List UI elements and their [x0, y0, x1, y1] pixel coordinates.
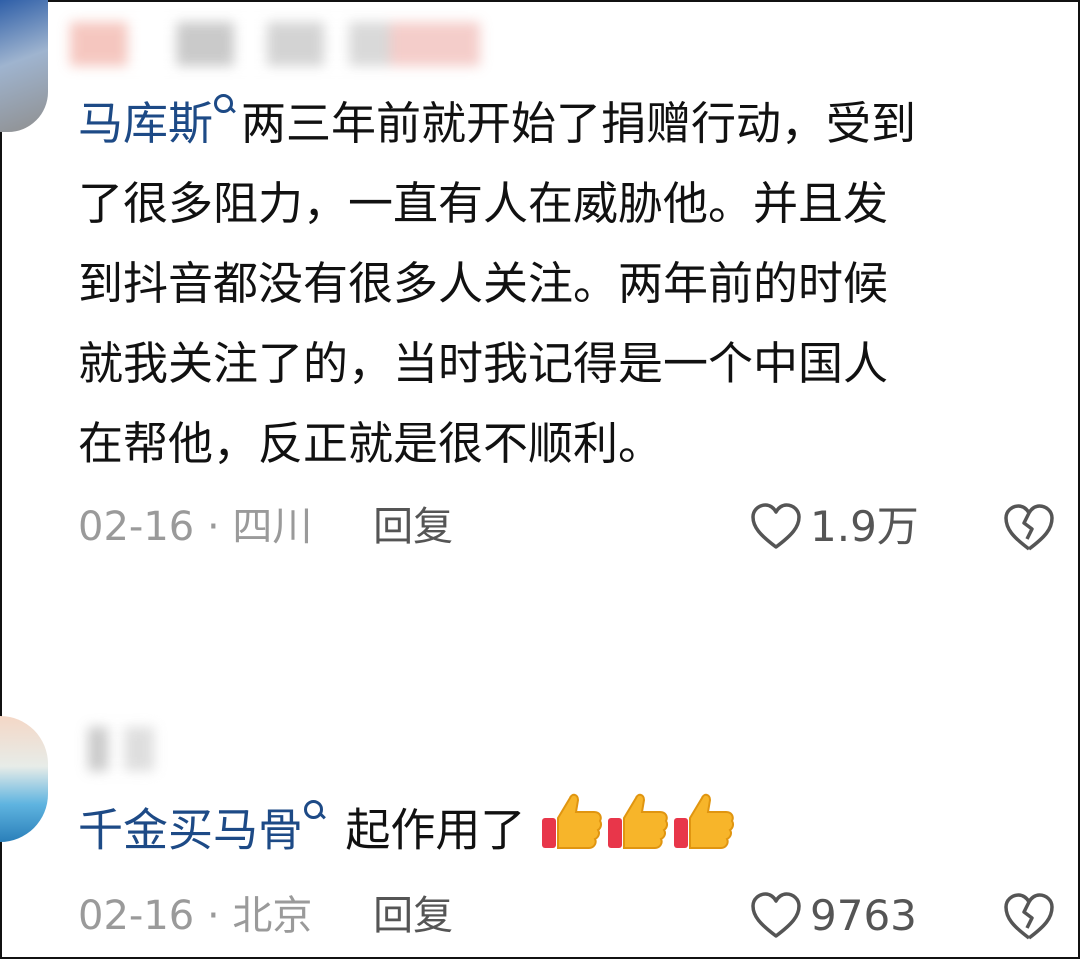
- reply-button[interactable]: 回复: [373, 504, 453, 550]
- dislike-icon[interactable]: [1002, 503, 1056, 553]
- comment-body: 马库斯 两三年前就开始了捐赠行动，受到 了很多阻力，一直有人在威胁他。并且发 到抖…: [78, 84, 1068, 484]
- comment-location: 四川: [232, 504, 313, 550]
- username[interactable]: 马库斯: [78, 97, 213, 150]
- like-count: 9763: [810, 891, 917, 940]
- avatar[interactable]: [0, 0, 48, 132]
- comment-text-line: 了很多阻力，一直有人在威胁他。并且发: [78, 177, 889, 230]
- comment-meta: 02-16 · 四川 回复: [78, 497, 453, 557]
- heart-icon: [751, 503, 801, 549]
- like-button[interactable]: 1.9万: [750, 497, 919, 557]
- comment-text-line: 就我关注了的，当时我记得是一个中国人: [78, 337, 889, 390]
- thumbs-up-icon: [607, 793, 668, 849]
- comment-location: 北京: [232, 893, 313, 939]
- meta-separator: ·: [206, 504, 220, 550]
- heart-icon: [751, 892, 801, 938]
- meta-separator: ·: [206, 893, 220, 939]
- comment-body: 千金买马骨 起作用了: [78, 790, 1068, 877]
- comment-date: 02-16: [78, 893, 195, 939]
- blurred-header: [88, 727, 154, 771]
- comment-date: 02-16: [78, 504, 195, 550]
- like-button[interactable]: 9763: [750, 886, 917, 946]
- emoji-group: [540, 790, 738, 877]
- comment-text-line: 在帮他，反正就是很不顺利。: [78, 417, 664, 470]
- comment-meta: 02-16 · 北京 回复: [78, 886, 453, 946]
- dislike-icon[interactable]: [1002, 892, 1056, 942]
- comment-text-line: 到抖音都没有很多人关注。两年前的时候: [78, 257, 889, 310]
- username[interactable]: 千金买马骨: [78, 804, 303, 857]
- like-count: 1.9万: [810, 502, 919, 551]
- comment-text-line: 两三年前就开始了捐赠行动，受到: [241, 97, 917, 150]
- comment-text: 起作用了: [345, 803, 526, 857]
- blurred-header: [70, 22, 480, 66]
- search-icon[interactable]: [213, 88, 235, 122]
- reply-button[interactable]: 回复: [373, 893, 453, 939]
- search-icon[interactable]: [303, 794, 325, 828]
- thumbs-up-icon: [673, 793, 734, 849]
- thumbs-up-icon: [541, 793, 602, 849]
